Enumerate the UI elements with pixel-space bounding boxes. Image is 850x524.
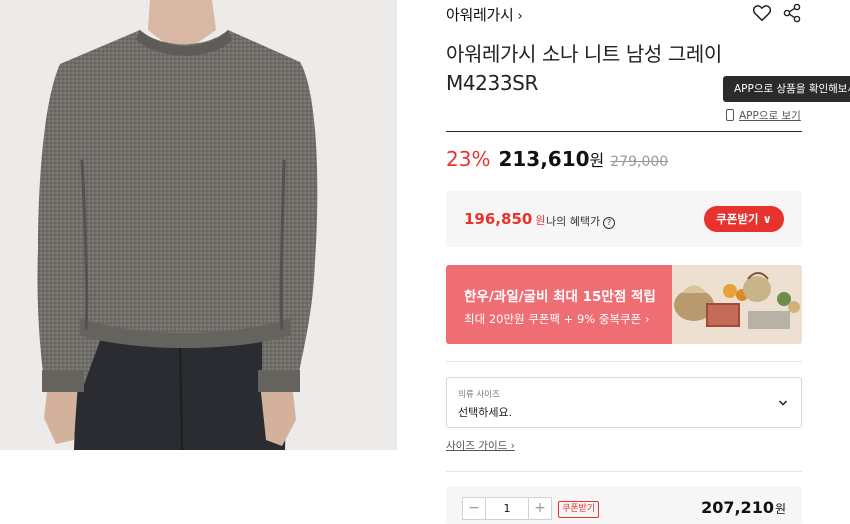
size-select-value: 선택하세요. [458, 406, 513, 419]
product-image [0, 0, 397, 450]
total-price-unit: 원 [774, 502, 786, 516]
brand-link[interactable]: 아워레가시 › [446, 4, 523, 25]
benefit-price-unit: 원 [535, 214, 546, 227]
quantity-decrease-button[interactable]: − [463, 498, 486, 519]
quantity-stepper: − 1 + [462, 497, 552, 520]
phone-icon [726, 109, 734, 121]
brand-row: 아워레가시 › [446, 2, 804, 26]
benefit-price: 196,850 원 [464, 210, 545, 228]
order-coupon-button[interactable]: 쿠폰받기 [558, 501, 600, 518]
brand-name: 아워레가시 [446, 6, 514, 24]
banner-subtitle: 최대 20만원 쿠폰팩 + 9% 중복쿠폰 › [464, 312, 650, 326]
original-price: 279,000 [610, 154, 669, 170]
chevron-right-icon: › [517, 9, 523, 24]
total-price-value: 207,210 [701, 498, 774, 517]
size-select[interactable]: 의류 사이즈 선택하세요. [446, 377, 802, 428]
benefit-label: 나의 혜택가? [546, 213, 616, 229]
product-title-line1: 아워레가시 소나 니트 남성 그레이 [446, 42, 722, 66]
total-price: 207,210원 [701, 498, 786, 517]
price-row: 23% 213,610원 279,000 [446, 147, 668, 177]
get-coupon-button[interactable]: 쿠폰받기 ∨ [704, 206, 784, 232]
share-icon[interactable] [782, 2, 802, 24]
benefit-price-value: 196,850 [464, 210, 533, 228]
promo-banner[interactable]: 한우/과일/굴비 최대 15만점 적립 최대 20만원 쿠폰팩 + 9% 중복쿠… [446, 265, 802, 344]
divider [446, 131, 802, 132]
sale-price-unit: 원 [589, 151, 605, 170]
app-view-label: APP으로 보기 [739, 110, 801, 122]
gift-set-image [672, 265, 802, 344]
benefit-label-text: 나의 혜택가 [546, 215, 601, 228]
chevron-down-icon [778, 400, 788, 406]
divider [446, 471, 802, 472]
size-select-label: 의류 사이즈 [458, 390, 500, 400]
benefit-price-box: 196,850 원 나의 혜택가? 쿠폰받기 ∨ [446, 191, 802, 247]
sale-price: 213,610 [498, 147, 590, 171]
app-view-link[interactable]: APP으로 보기 [726, 108, 801, 123]
app-tooltip: APP으로 상품을 확인해보세요 [723, 76, 850, 102]
divider [446, 361, 802, 362]
info-icon[interactable]: ? [603, 217, 616, 229]
quantity-increase-button[interactable]: + [528, 498, 551, 519]
product-photo [0, 0, 397, 450]
size-guide-link[interactable]: 사이즈 가이드 › [446, 438, 515, 453]
quantity-value[interactable]: 1 [486, 498, 528, 519]
banner-title: 한우/과일/굴비 최대 15만점 적립 [464, 289, 656, 305]
heart-icon[interactable] [751, 2, 773, 24]
order-summary: − 1 + 쿠폰받기 207,210원 [446, 486, 802, 524]
discount-rate: 23% [446, 147, 491, 171]
